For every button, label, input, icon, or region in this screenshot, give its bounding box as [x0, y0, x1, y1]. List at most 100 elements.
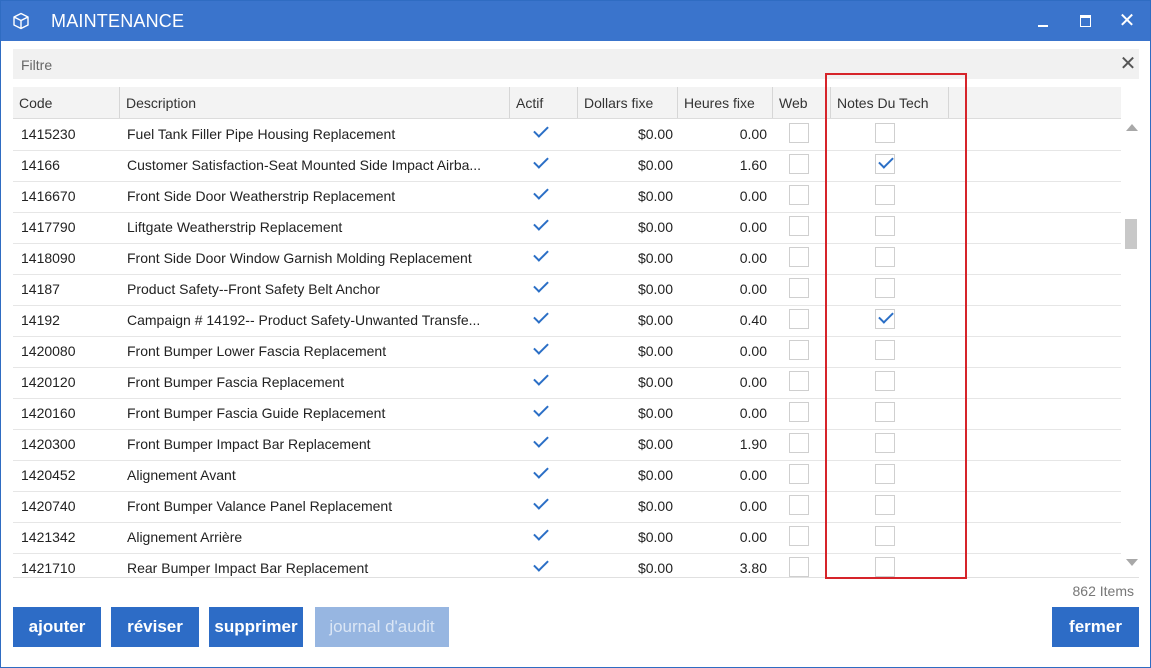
notes-du-tech-checkbox[interactable]: [875, 216, 895, 236]
notes-du-tech-checkbox[interactable]: [875, 123, 895, 143]
notes-du-tech-checkbox[interactable]: [875, 433, 895, 453]
cell-code: 1421710: [21, 560, 76, 576]
clear-filter-icon[interactable]: ✕: [1117, 51, 1139, 77]
scroll-up-icon[interactable]: [1126, 124, 1138, 131]
cell-heures-fixe: 0.00: [739, 498, 767, 514]
notes-du-tech-checkbox[interactable]: [875, 278, 895, 298]
actif-checkbox[interactable]: [530, 494, 550, 515]
scroll-down-icon[interactable]: [1126, 559, 1138, 566]
web-checkbox[interactable]: [789, 247, 809, 267]
web-checkbox[interactable]: [789, 557, 809, 577]
checkmark-icon: [878, 308, 894, 324]
table-row[interactable]: 1420740 Front Bumper Valance Panel Replac…: [13, 491, 1121, 523]
table-row[interactable]: 1420300 Front Bumper Impact Bar Replaceme…: [13, 429, 1121, 461]
filter-input[interactable]: [19, 53, 1103, 77]
cell-heures-fixe: 0.00: [739, 188, 767, 204]
column-header-dollars-fixe[interactable]: Dollars fixe: [578, 87, 678, 118]
notes-du-tech-checkbox[interactable]: [875, 402, 895, 422]
title-bar[interactable]: MAINTENANCE ✕: [1, 1, 1150, 41]
cell-heures-fixe: 0.00: [739, 374, 767, 390]
table-row[interactable]: 1420452 Alignement Avant $0.00 0.00: [13, 460, 1121, 492]
web-checkbox[interactable]: [789, 526, 809, 546]
grid-header: Code Description Actif Dollars fixe Heur…: [13, 87, 1121, 119]
table-row[interactable]: 1421710 Rear Bumper Impact Bar Replacemen…: [13, 553, 1121, 577]
cell-dollars-fixe: $0.00: [637, 560, 673, 576]
notes-du-tech-checkbox[interactable]: [875, 340, 895, 360]
column-header-notes-du-tech[interactable]: Notes Du Tech: [831, 87, 949, 118]
table-row[interactable]: 1415230 Fuel Tank Filler Pipe Housing Rep…: [13, 119, 1121, 151]
vertical-scrollbar[interactable]: [1123, 119, 1139, 577]
cell-description: Rear Bumper Impact Bar Replacement: [127, 560, 369, 576]
notes-du-tech-checkbox[interactable]: [875, 308, 895, 329]
notes-du-tech-checkbox[interactable]: [875, 371, 895, 391]
web-checkbox[interactable]: [789, 495, 809, 515]
column-header-web[interactable]: Web: [773, 87, 831, 118]
table-row[interactable]: 1416670 Front Side Door Weatherstrip Repl…: [13, 181, 1121, 213]
maximize-button[interactable]: [1065, 1, 1105, 41]
actif-checkbox[interactable]: [530, 556, 550, 577]
notes-du-tech-checkbox[interactable]: [875, 495, 895, 515]
notes-du-tech-checkbox[interactable]: [875, 185, 895, 205]
actif-checkbox[interactable]: [530, 122, 550, 143]
table-row[interactable]: 1417790 Liftgate Weatherstrip Replacement…: [13, 212, 1121, 244]
checkmark-icon: [533, 308, 549, 324]
web-checkbox[interactable]: [789, 185, 809, 205]
web-checkbox[interactable]: [789, 216, 809, 236]
cell-code: 1415230: [21, 126, 76, 142]
web-checkbox[interactable]: [789, 123, 809, 143]
web-checkbox[interactable]: [789, 309, 809, 329]
table-row[interactable]: 1420160 Front Bumper Fascia Guide Replace…: [13, 398, 1121, 430]
notes-du-tech-checkbox[interactable]: [875, 557, 895, 577]
actif-checkbox[interactable]: [530, 370, 550, 391]
actif-checkbox[interactable]: [530, 277, 550, 298]
notes-du-tech-checkbox[interactable]: [875, 247, 895, 267]
checkmark-icon: [533, 370, 549, 386]
table-row[interactable]: 14192 Campaign # 14192-- Product Safety-U…: [13, 305, 1121, 337]
table-row[interactable]: 14187 Product Safety--Front Safety Belt A…: [13, 274, 1121, 306]
column-header-heures-fixe[interactable]: Heures fixe: [678, 87, 773, 118]
actif-checkbox[interactable]: [530, 153, 550, 174]
actif-checkbox[interactable]: [530, 463, 550, 484]
web-checkbox[interactable]: [789, 371, 809, 391]
column-header-description[interactable]: Description: [120, 87, 510, 118]
actif-checkbox[interactable]: [530, 339, 550, 360]
cell-dollars-fixe: $0.00: [637, 219, 673, 235]
table-row[interactable]: 1421342 Alignement Arrière $0.00 0.00: [13, 522, 1121, 554]
actif-checkbox[interactable]: [530, 184, 550, 205]
actif-checkbox[interactable]: [530, 525, 550, 546]
column-header-actif[interactable]: Actif: [510, 87, 578, 118]
column-header-code[interactable]: Code: [13, 87, 120, 118]
table-row[interactable]: 1418090 Front Side Door Window Garnish Mo…: [13, 243, 1121, 275]
cell-code: 14192: [21, 312, 60, 328]
actif-checkbox[interactable]: [530, 215, 550, 236]
web-checkbox[interactable]: [789, 402, 809, 422]
scroll-thumb[interactable]: [1125, 219, 1137, 249]
checkmark-icon: [533, 246, 549, 262]
web-checkbox[interactable]: [789, 340, 809, 360]
close-window-button[interactable]: ✕: [1107, 1, 1147, 41]
delete-button[interactable]: supprimer: [209, 607, 303, 647]
actif-checkbox[interactable]: [530, 308, 550, 329]
web-checkbox[interactable]: [789, 278, 809, 298]
actif-checkbox[interactable]: [530, 246, 550, 267]
notes-du-tech-checkbox[interactable]: [875, 464, 895, 484]
cell-dollars-fixe: $0.00: [637, 498, 673, 514]
table-row[interactable]: 14166 Customer Satisfaction-Seat Mounted …: [13, 150, 1121, 182]
checkmark-icon: [533, 556, 549, 572]
web-checkbox[interactable]: [789, 464, 809, 484]
close-button[interactable]: fermer: [1052, 607, 1139, 647]
cell-code: 1418090: [21, 250, 76, 266]
notes-du-tech-checkbox[interactable]: [875, 153, 895, 174]
table-row[interactable]: 1420120 Front Bumper Fascia Replacement $0…: [13, 367, 1121, 399]
actif-checkbox[interactable]: [530, 432, 550, 453]
audit-log-button[interactable]: journal d'audit: [315, 607, 449, 647]
web-checkbox[interactable]: [789, 154, 809, 174]
minimize-button[interactable]: [1023, 1, 1063, 41]
maintenance-grid: Code Description Actif Dollars fixe Heur…: [13, 87, 1139, 578]
table-row[interactable]: 1420080 Front Bumper Lower Fascia Replace…: [13, 336, 1121, 368]
web-checkbox[interactable]: [789, 433, 809, 453]
add-button[interactable]: ajouter: [13, 607, 101, 647]
actif-checkbox[interactable]: [530, 401, 550, 422]
notes-du-tech-checkbox[interactable]: [875, 526, 895, 546]
edit-button[interactable]: réviser: [111, 607, 199, 647]
